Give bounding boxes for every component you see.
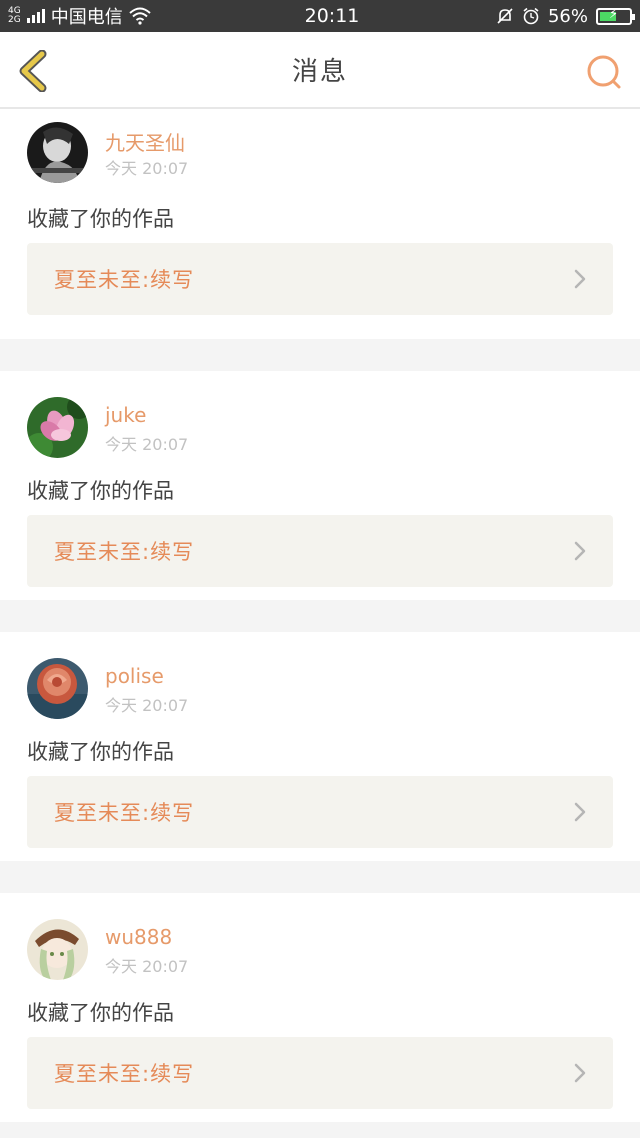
message-header: polise 今天 20:07 (27, 632, 613, 722)
work-title: 夏至未至:续写 (54, 540, 195, 564)
message-text: 收藏了你的作品 (27, 740, 174, 764)
charging-icon: ⚡ (609, 6, 619, 22)
avatar-image (27, 397, 88, 458)
message-header: wu888 今天 20:07 (27, 893, 613, 983)
signal-icon (26, 9, 45, 23)
status-bar: 4G 2G 中国电信 20:11 56% ⚡ (0, 0, 640, 32)
username[interactable]: juke (105, 403, 146, 427)
avatar-image (27, 919, 88, 980)
message-item: juke 今天 20:07 收藏了你的作品 夏至未至:续写 (0, 371, 640, 600)
search-icon[interactable] (584, 52, 624, 92)
work-title: 夏至未至:续写 (54, 268, 195, 292)
avatar[interactable] (27, 122, 88, 183)
username[interactable]: 九天圣仙 (105, 127, 185, 156)
username[interactable]: polise (105, 664, 164, 688)
status-time: 20:11 (304, 5, 360, 27)
message-time: 今天 20:07 (105, 696, 189, 715)
alarm-icon (523, 7, 539, 25)
carrier-label: 中国电信 (50, 7, 123, 28)
status-left: 4G 2G 中国电信 (8, 3, 248, 29)
avatar[interactable] (27, 658, 88, 719)
message-item: wu888 今天 20:07 收藏了你的作品 夏至未至:续写 (0, 893, 640, 1122)
avatar[interactable] (27, 919, 88, 980)
work-link-button[interactable]: 夏至未至:续写 (27, 1037, 613, 1109)
battery-icon: ⚡ (596, 6, 635, 25)
username[interactable]: wu888 (105, 925, 172, 949)
wifi-icon (129, 7, 151, 25)
message-text: 收藏了你的作品 (27, 207, 174, 231)
avatar-image (27, 122, 88, 183)
chevron-right-icon (574, 269, 586, 289)
navigation-bar: 消息 (0, 32, 640, 109)
page-title: 消息 (291, 57, 348, 87)
chevron-right-icon (574, 802, 586, 822)
work-link-button[interactable]: 夏至未至:续写 (27, 243, 613, 315)
message-header: juke 今天 20:07 (27, 371, 613, 461)
message-text: 收藏了你的作品 (27, 479, 174, 503)
network-type: 4G 2G (8, 7, 21, 25)
message-time: 今天 20:07 (105, 435, 189, 454)
network-type-bottom: 2G (8, 15, 21, 25)
chevron-right-icon (574, 1063, 586, 1083)
avatar[interactable] (27, 397, 88, 458)
status-right: 56% ⚡ (496, 5, 635, 27)
message-item: 九天圣仙 今天 20:07 收藏了你的作品 夏至未至:续写 (0, 109, 640, 339)
message-time: 今天 20:07 (105, 957, 189, 976)
work-title: 夏至未至:续写 (54, 801, 195, 825)
message-text: 收藏了你的作品 (27, 1001, 174, 1025)
work-title: 夏至未至:续写 (54, 1062, 195, 1086)
message-item: polise 今天 20:07 收藏了你的作品 夏至未至:续写 (0, 632, 640, 861)
back-icon[interactable] (16, 50, 50, 92)
work-link-button[interactable]: 夏至未至:续写 (27, 776, 613, 848)
mute-bell-icon (497, 8, 513, 24)
message-time: 今天 20:07 (105, 159, 189, 178)
message-header: 九天圣仙 今天 20:07 (27, 109, 613, 189)
work-link-button[interactable]: 夏至未至:续写 (27, 515, 613, 587)
avatar-image (27, 658, 88, 719)
chevron-right-icon (574, 541, 586, 561)
message-list: 九天圣仙 今天 20:07 收藏了你的作品 夏至未至:续写 juke 今天 20… (0, 109, 640, 1138)
battery-percent: 56% (547, 5, 588, 27)
